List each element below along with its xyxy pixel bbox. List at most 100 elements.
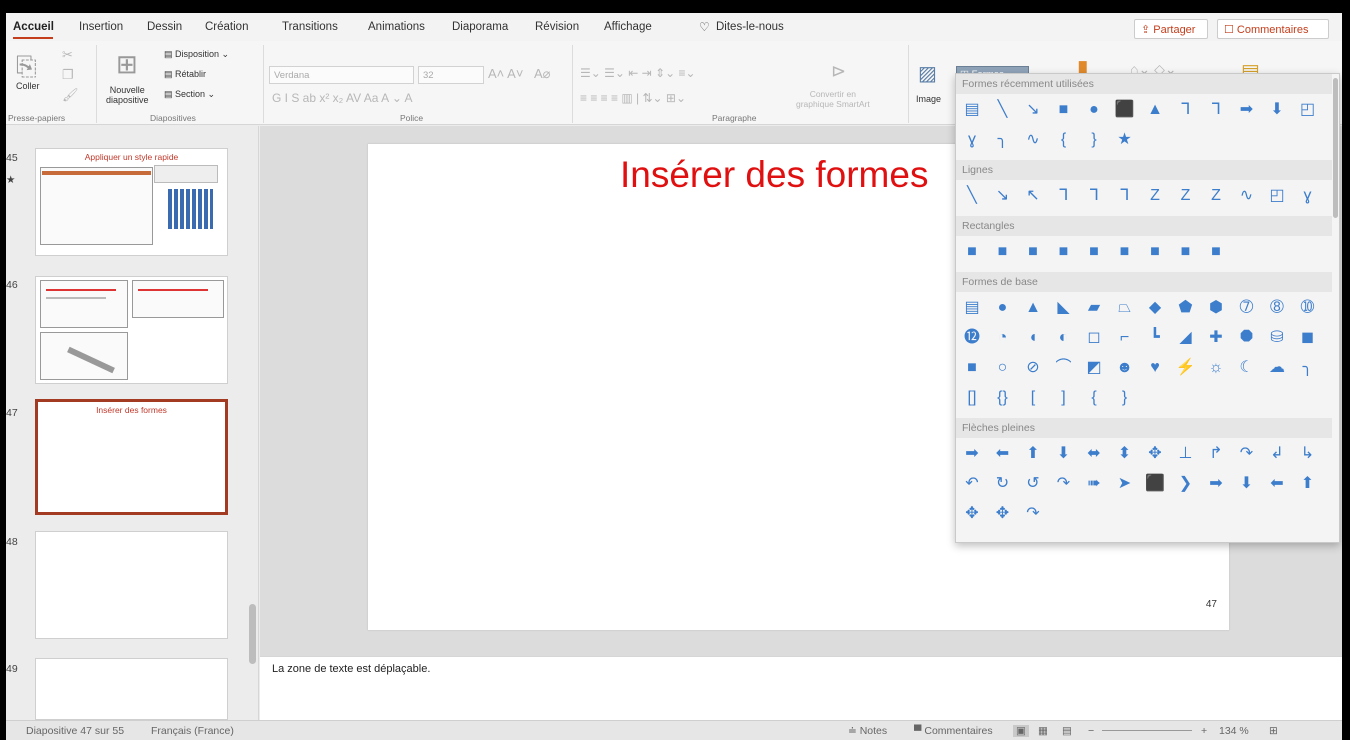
shape-option[interactable]: Z [1204, 184, 1228, 208]
slide-thumbnail-46[interactable] [35, 276, 228, 384]
shape-option[interactable]: ■ [1143, 240, 1167, 264]
image-label[interactable]: Image [916, 94, 941, 104]
zoom-out-icon[interactable]: − [1088, 725, 1094, 737]
tell-me-search[interactable]: Dites-le-nous [716, 21, 784, 33]
shape-option[interactable]: ⬟ [1174, 296, 1198, 320]
shape-option[interactable]: ◢ [1174, 326, 1198, 350]
zoom-slider[interactable] [1102, 730, 1192, 731]
layout-button[interactable]: ▤ Disposition ⌄ [164, 49, 229, 59]
tab-accueil[interactable]: Accueil [13, 21, 54, 33]
shape-option[interactable]: ▰ [1082, 296, 1106, 320]
shape-option[interactable]: ● [1082, 98, 1106, 122]
text-format-icons[interactable]: G I S ab x² x₂ AV Aa A ⌄ A [272, 91, 413, 105]
shape-option[interactable]: ◰ [1265, 184, 1289, 208]
shape-option[interactable]: { [1082, 386, 1106, 410]
shape-option[interactable]: {} [991, 386, 1015, 410]
shape-option[interactable]: ◆ [1143, 296, 1167, 320]
shape-option[interactable]: ↷ [1235, 442, 1259, 466]
shape-option[interactable]: ★ [1113, 128, 1137, 152]
shape-option[interactable]: ■ [991, 240, 1015, 264]
shape-option[interactable]: ▤ [960, 98, 984, 122]
shape-option[interactable]: ⬆ [1021, 442, 1045, 466]
shape-option[interactable]: ] [1052, 386, 1076, 410]
shape-option[interactable]: ➡ [1235, 98, 1259, 122]
shape-option[interactable]: ➆ [1235, 296, 1259, 320]
shape-option[interactable]: ◣ [1052, 296, 1076, 320]
shape-option[interactable]: ⛁ [1265, 326, 1289, 350]
shape-option[interactable]: } [1082, 128, 1106, 152]
shape-option[interactable]: ◖ [1021, 326, 1045, 350]
shape-option[interactable]: ╲ [960, 184, 984, 208]
tab-insertion[interactable]: Insertion [79, 21, 123, 33]
shape-option[interactable]: ↲ [1265, 442, 1289, 466]
shape-option[interactable]: ╲ [991, 98, 1015, 122]
shape-option[interactable]: ⬌ [1082, 442, 1106, 466]
normal-view-icon[interactable]: ▣ [1013, 725, 1029, 737]
shape-option[interactable]: ⬇ [1265, 98, 1289, 122]
tab-animations[interactable]: Animations [368, 21, 425, 33]
shape-option[interactable]: Z [1174, 184, 1198, 208]
tab-creation[interactable]: Création [205, 21, 248, 33]
shape-option[interactable]: ✥ [960, 502, 984, 526]
shape-option[interactable]: ⌐ [1113, 326, 1137, 350]
font-name-field[interactable]: Verdana [269, 66, 414, 84]
shape-option[interactable]: ∿ [1021, 128, 1045, 152]
copy-icon[interactable]: ❐ [62, 67, 74, 83]
shape-option[interactable]: ⊘ [1021, 356, 1045, 380]
notes-text[interactable]: La zone de texte est déplaçable. [272, 663, 430, 675]
new-slide-label[interactable]: Nouvelle diapositive [106, 85, 149, 105]
paste-label[interactable]: Coller [16, 81, 40, 91]
shape-option[interactable]: ↻ [991, 472, 1015, 496]
shape-option[interactable]: ⬛ [1143, 472, 1167, 496]
language-indicator[interactable]: Français (France) [151, 725, 234, 737]
shape-option[interactable]: [ [1021, 386, 1045, 410]
shape-option[interactable]: ⊥ [1174, 442, 1198, 466]
shape-option[interactable]: ɣ [1296, 184, 1320, 208]
shape-option[interactable]: ○ [991, 356, 1015, 380]
shape-option[interactable]: ■ [960, 240, 984, 264]
slides-scrollbar[interactable] [249, 604, 256, 664]
shape-option[interactable]: ┗ [1143, 326, 1167, 350]
notes-pane[interactable]: La zone de texte est déplaçable. [260, 656, 1342, 720]
shape-option[interactable]: [] [960, 386, 984, 410]
reset-button[interactable]: ▤ Rétablir [164, 69, 206, 79]
shape-option[interactable]: ↘ [1021, 98, 1045, 122]
shape-option[interactable]: ■ [1204, 240, 1228, 264]
smartart-label[interactable]: Convertir en graphique SmartArt [796, 89, 870, 109]
shape-option[interactable]: ɣ [960, 128, 984, 152]
shape-option[interactable]: ■ [1113, 240, 1137, 264]
shape-option[interactable]: ᒣ [1082, 184, 1106, 208]
shape-option[interactable]: ➡ [1204, 472, 1228, 496]
picture-icon[interactable]: ▨ [918, 61, 937, 86]
cut-icon[interactable]: ✂ [62, 47, 73, 63]
shape-option[interactable]: ⬇ [1052, 442, 1076, 466]
clear-format-icon[interactable]: A⌀ [534, 66, 551, 82]
shape-option[interactable]: ☾ [1235, 356, 1259, 380]
format-painter-icon[interactable]: 🖌 [62, 87, 79, 103]
shape-option[interactable]: ᒣ [1052, 184, 1076, 208]
shape-option[interactable]: ➉ [1296, 296, 1320, 320]
shape-option[interactable]: ⏢ [1113, 296, 1137, 320]
alignment-icons[interactable]: ≡ ≡ ≡ ≡ ▥ | ⇅⌄ ⊞⌄ [580, 91, 686, 105]
shape-option[interactable]: ↳ [1296, 442, 1320, 466]
tab-diaporama[interactable]: Diaporama [452, 21, 508, 33]
tab-revision[interactable]: Révision [535, 21, 579, 33]
font-size-field[interactable]: 32 [418, 66, 484, 84]
zoom-in-icon[interactable]: + [1201, 725, 1207, 737]
shape-option[interactable]: ↶ [960, 472, 984, 496]
shape-option[interactable]: ◰ [1296, 98, 1320, 122]
shape-option[interactable]: ⬅ [991, 442, 1015, 466]
shape-option[interactable]: ■ [1082, 240, 1106, 264]
shape-option[interactable]: ◩ [1082, 356, 1106, 380]
shape-option[interactable]: ↷ [1052, 472, 1076, 496]
share-button[interactable]: ⇪ Partager [1134, 19, 1208, 39]
section-button[interactable]: ▤ Section ⌄ [164, 89, 215, 99]
shape-option[interactable]: ⌒ [1052, 356, 1076, 380]
reading-view-icon[interactable]: ▤ [1062, 725, 1072, 737]
shape-option[interactable]: ᒣ [1113, 184, 1137, 208]
comments-button[interactable]: ☐ Commentaires [1217, 19, 1329, 39]
shape-option[interactable]: ▲ [1143, 98, 1167, 122]
shape-option[interactable]: ■ [1021, 240, 1045, 264]
shape-option[interactable]: ■ [1052, 98, 1076, 122]
shape-option[interactable]: ☼ [1204, 356, 1228, 380]
